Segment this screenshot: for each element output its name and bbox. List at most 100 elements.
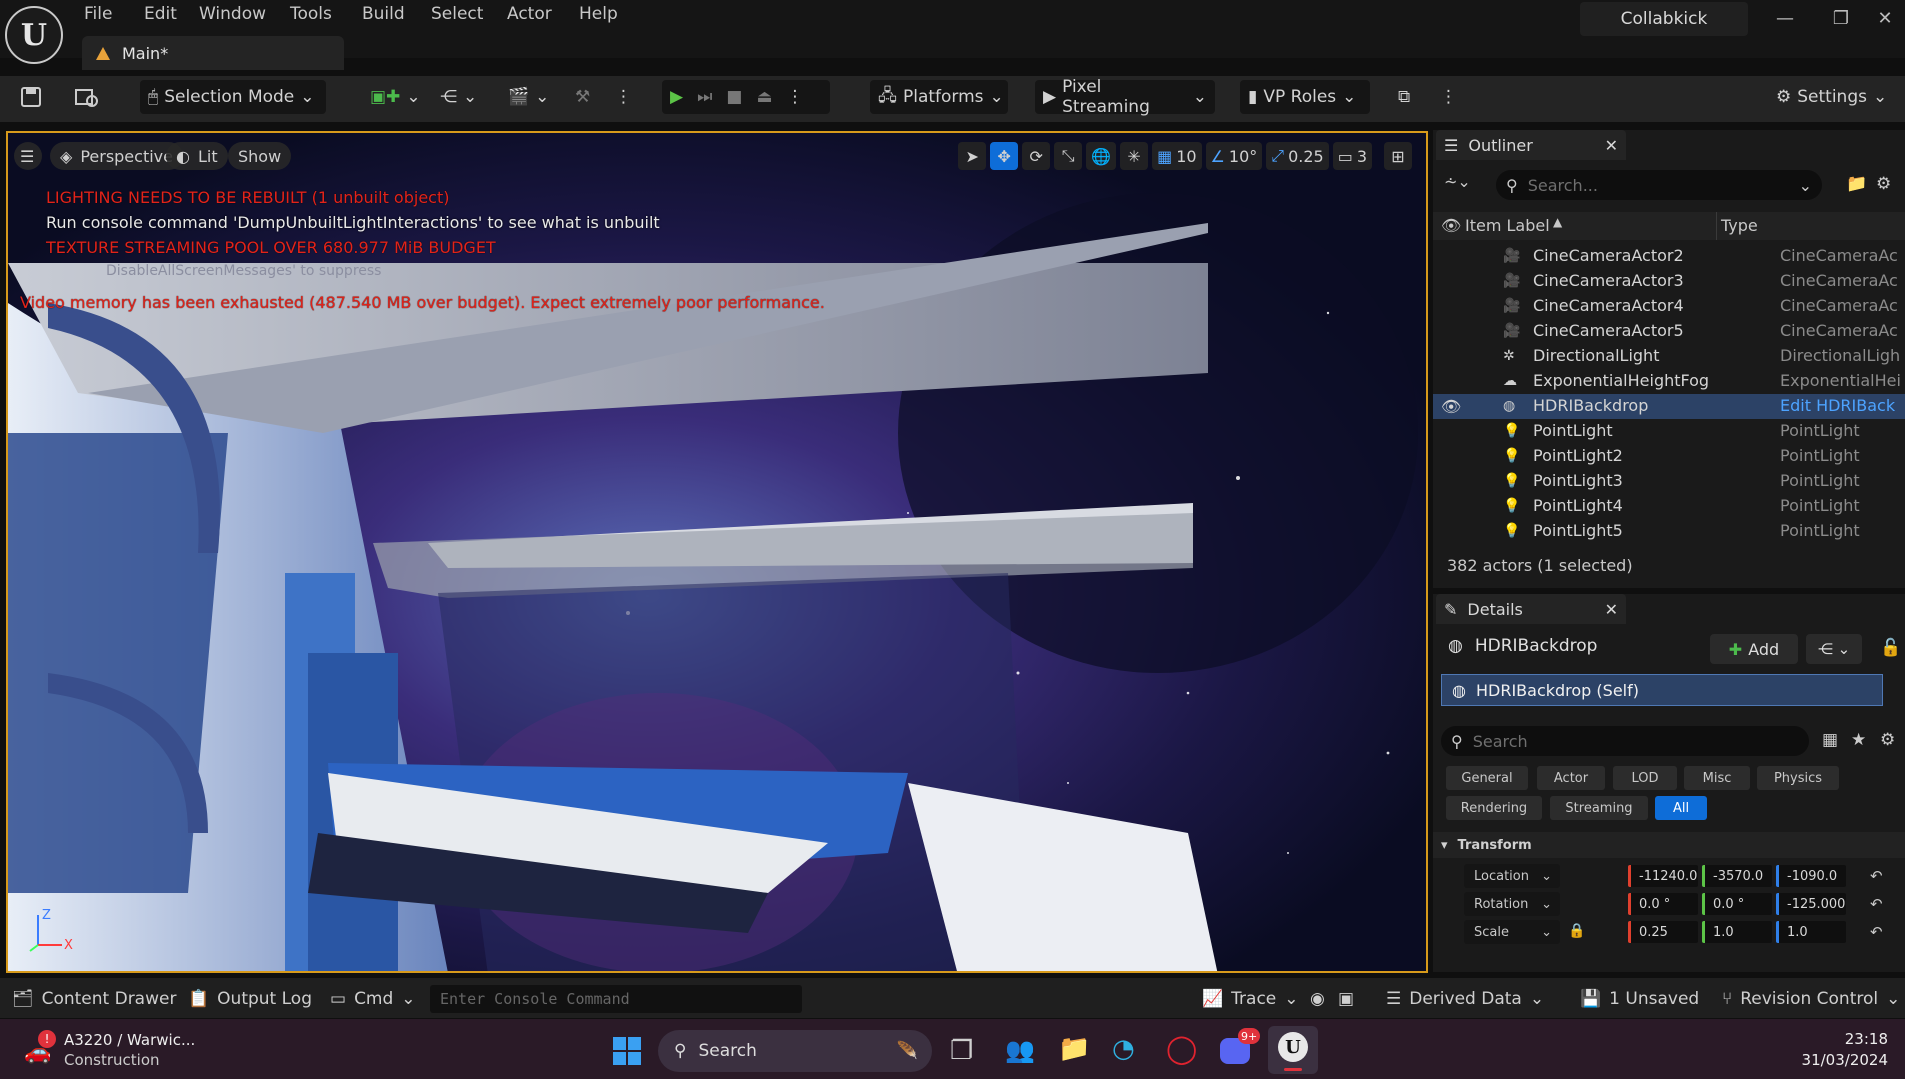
level-tab[interactable]: Main* [82, 36, 344, 70]
rotation-z-field[interactable]: -125.000 [1776, 893, 1846, 915]
lock-scale-icon[interactable]: 🔒 [1568, 923, 1585, 939]
menu-file[interactable]: File [84, 4, 112, 26]
details-tab[interactable]: ✎ Details ✕ [1436, 594, 1626, 624]
show-button[interactable]: Show [228, 142, 292, 170]
outliner-row[interactable]: 👁 ◍ HDRIBackdrop Edit HDRIBack [1433, 394, 1905, 419]
details-settings-icon[interactable]: ⚙ [1880, 730, 1895, 750]
translate-tool-icon[interactable]: ✥ [990, 142, 1019, 170]
stop-icon[interactable]: ■ [726, 87, 742, 107]
menu-tools[interactable]: Tools [290, 4, 332, 26]
rotation-mode-dropdown[interactable]: Rotation ⌄ [1464, 892, 1560, 916]
trace-dropdown[interactable]: 📈 Trace ⌄ [1202, 985, 1299, 1013]
add-folder-icon[interactable]: 📁 [1846, 174, 1867, 194]
teams-icon[interactable]: 👥 [1005, 1036, 1035, 1064]
select-tool-icon[interactable]: ➤ [958, 142, 987, 170]
revision-control-button[interactable]: ⑂ Revision Control ⌄ [1722, 985, 1900, 1013]
type-header[interactable]: Type [1721, 216, 1758, 235]
scale-snap-toggle[interactable]: ⤢ 0.25 [1266, 142, 1329, 170]
location-z-field[interactable]: -1090.0 [1776, 865, 1846, 887]
close-icon[interactable]: ✕ [1605, 600, 1618, 619]
star-icon[interactable]: ★ [1851, 730, 1866, 750]
outliner-row[interactable]: 💡 PointLight PointLight [1433, 419, 1905, 444]
outliner-row[interactable]: ☁ ExponentialHeightFog ExponentialHei [1433, 369, 1905, 394]
details-search-input[interactable]: ⚲ Search [1441, 726, 1809, 756]
pixel-streaming-dropdown[interactable]: ▶ Pixel Streaming ⌄ [1035, 77, 1215, 117]
outliner-tab[interactable]: ☰ Outliner ✕ [1436, 130, 1626, 160]
step-icon[interactable]: ⏭ [697, 87, 712, 107]
widget-title[interactable]: A3220 / Warwic... [64, 1031, 195, 1049]
build-button[interactable]: ⚒ [575, 80, 590, 114]
rotate-tool-icon[interactable]: ⟳ [1022, 142, 1051, 170]
console-input[interactable]: Enter Console Command [430, 985, 802, 1013]
perspective-button[interactable]: ◈ Perspective [50, 142, 183, 170]
scale-tool-icon[interactable]: ⤡ [1054, 142, 1083, 170]
category-actor[interactable]: Actor [1537, 766, 1605, 790]
file-explorer-icon[interactable]: 📁 [1058, 1034, 1090, 1064]
settings-button[interactable]: ⚙ Settings ⌄ [1776, 80, 1887, 114]
unreal-taskbar-button[interactable]: U [1268, 1026, 1318, 1074]
lit-button[interactable]: ◐ Lit [166, 142, 228, 170]
menu-help[interactable]: Help [579, 4, 618, 26]
rotation-x-field[interactable]: 0.0 ° [1628, 893, 1698, 915]
item-label-header[interactable]: Item Label [1465, 216, 1550, 235]
restore-button[interactable]: ❐ [1826, 8, 1856, 34]
scale-mode-dropdown[interactable]: Scale ⌄ [1464, 920, 1560, 944]
category-general[interactable]: General [1446, 766, 1528, 790]
menu-actor[interactable]: Actor [507, 4, 552, 26]
scale-x-field[interactable]: 0.25 [1628, 921, 1698, 943]
reset-icon[interactable]: ↶ [1870, 923, 1883, 941]
reset-icon[interactable]: ↶ [1870, 867, 1883, 885]
menu-window[interactable]: Window [199, 4, 266, 26]
visibility-eye-icon[interactable]: 👁 [1441, 397, 1461, 416]
outliner-row[interactable]: 💡 PointLight2 PointLight [1433, 444, 1905, 469]
component-self-row[interactable]: ◍ HDRIBackdrop (Self) [1441, 674, 1883, 706]
windows-start-icon[interactable] [612, 1036, 642, 1066]
blueprint-dropdown[interactable]: ⋲ ⌄ [1806, 634, 1862, 664]
selection-mode-dropdown[interactable]: 🖱 Selection Mode ⌄ [140, 80, 326, 114]
derived-data-button[interactable]: ☰ Derived Data ⌄ [1386, 985, 1544, 1013]
outliner-row[interactable]: 🎥 CineCameraActor3 CineCameraAc [1433, 269, 1905, 294]
content-drawer-button[interactable]: 🗂 Content Drawer [12, 985, 176, 1013]
add-component-button[interactable]: ✚ Add [1710, 634, 1798, 664]
reset-icon[interactable]: ↶ [1870, 895, 1883, 913]
edit-blueprint-link[interactable]: Edit HDRIBack [1780, 396, 1904, 415]
discord-icon[interactable]: 9+ [1220, 1028, 1261, 1068]
record-icon[interactable]: ◉ [1310, 985, 1325, 1013]
outliner-row[interactable]: ✲ DirectionalLight DirectionalLigh [1433, 344, 1905, 369]
play-icon[interactable]: ▶ [670, 87, 683, 107]
column-divider[interactable] [1716, 212, 1717, 240]
cinematics-button[interactable]: 🎬 ⌄ [508, 80, 549, 114]
category-misc[interactable]: Misc [1684, 766, 1750, 790]
traffic-alert-widget[interactable]: 🚗 ! [24, 1030, 56, 1065]
taskbar-date[interactable]: 31/03/2024 [1800, 1051, 1888, 1069]
eject-icon[interactable]: ⏏ [756, 87, 772, 107]
outliner-row[interactable]: 🎥 CineCameraActor2 CineCameraAc [1433, 244, 1905, 269]
rotation-snap-toggle[interactable]: ∠ 10° [1205, 142, 1263, 170]
level-viewport[interactable]: ☰ ◈ Perspective ◐ Lit Show ➤ ✥ ⟳ ⤡ 🌐 ✳ ▦… [6, 131, 1428, 973]
transform-section-header[interactable]: ▾ Transform [1433, 832, 1905, 858]
outliner-search-input[interactable]: ⚲ Search... ⌄ [1496, 170, 1822, 200]
menu-build[interactable]: Build [362, 4, 405, 26]
close-window-button[interactable]: ✕ [1870, 8, 1900, 34]
save-icon[interactable] [20, 80, 42, 114]
category-physics[interactable]: Physics [1757, 766, 1839, 790]
world-local-icon[interactable]: 🌐 [1086, 142, 1117, 170]
taskbar-time[interactable]: 23:18 [1800, 1030, 1888, 1048]
scale-y-field[interactable]: 1.0 [1702, 921, 1772, 943]
session-name[interactable]: Collabkick [1580, 2, 1748, 36]
platforms-dropdown[interactable]: 🖧 Platforms ⌄ [870, 80, 1008, 114]
browse-icon[interactable] [74, 80, 100, 114]
outliner-row[interactable]: 🎥 CineCameraActor4 CineCameraAc [1433, 294, 1905, 319]
visibility-eye-icon[interactable]: 👁 [1441, 216, 1461, 235]
edge-browser-icon[interactable]: ◔ [1112, 1034, 1135, 1064]
opera-browser-icon[interactable]: ◯ [1166, 1032, 1197, 1065]
surface-snap-icon[interactable]: ✳ [1120, 142, 1149, 170]
output-log-button[interactable]: 📋 Output Log [188, 985, 312, 1013]
minimize-button[interactable]: — [1770, 8, 1800, 34]
location-mode-dropdown[interactable]: Location ⌄ [1464, 864, 1560, 888]
add-actor-button[interactable]: ▣✚ ⌄ [370, 80, 421, 114]
blueprint-button[interactable]: ⋲ ⌄ [440, 80, 477, 114]
multiuser-icon[interactable]: ⧉ [1398, 80, 1410, 114]
grid-snap-toggle[interactable]: ▦ 10 [1152, 142, 1202, 170]
menu-select[interactable]: Select [431, 4, 483, 26]
